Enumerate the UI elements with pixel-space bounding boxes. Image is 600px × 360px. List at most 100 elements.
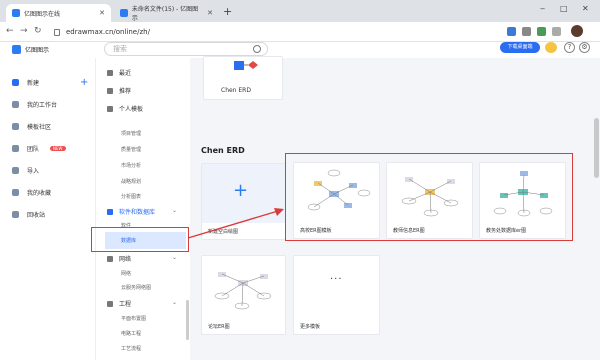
search-icon[interactable]	[253, 45, 261, 53]
chevron-down-icon[interactable]: ⌄	[172, 254, 177, 261]
settings-icon[interactable]: ⚙	[579, 42, 590, 53]
nav-item-label: 个人模板	[119, 106, 144, 113]
search-input[interactable]: 搜索	[104, 42, 268, 56]
forward-icon[interactable]: →	[20, 26, 28, 36]
tab-title: 未命名文件(15) - 亿图图示	[131, 6, 199, 22]
nav-item-recent[interactable]: 最近	[107, 68, 131, 77]
template-thumbnail	[204, 57, 282, 90]
nav-subitem[interactable]: 项目管理	[121, 130, 141, 137]
nav-subitem[interactable]: 市场分析	[121, 162, 141, 169]
team-icon	[12, 145, 19, 152]
new-badge: NEW	[50, 146, 66, 151]
workspace-icon	[12, 101, 19, 108]
sidebar-item-label: 新建	[27, 80, 40, 87]
back-icon[interactable]: ←	[6, 26, 14, 36]
annotation-highlight-box	[285, 153, 573, 241]
template-label: 论坛ER图	[208, 324, 230, 330]
sidebar-item-community[interactable]: 模板社区	[12, 122, 51, 131]
engineering-icon	[107, 300, 113, 307]
favorites-icon	[12, 189, 19, 196]
download-desktop-button[interactable]: 下载桌面端	[500, 42, 540, 53]
profile-avatar[interactable]	[571, 25, 583, 37]
maximize-button[interactable]: □	[560, 4, 568, 13]
new-file-icon	[12, 79, 19, 86]
annotation-highlight-box	[91, 227, 189, 252]
extension-icon[interactable]	[522, 27, 531, 36]
sidebar-item-label: 团队	[27, 146, 40, 153]
tab-edrawmax-online[interactable]: 亿图图示在线 ✕	[6, 4, 111, 22]
section-title: Chen ERD	[201, 146, 245, 155]
sidebar-item-team[interactable]: 团队 NEW	[12, 144, 66, 153]
more-icon: ···	[330, 274, 343, 285]
edraw-favicon	[120, 9, 128, 17]
nav-item-personal-templates[interactable]: 个人模板	[107, 104, 143, 113]
sidebar-item-label: 回收站	[27, 212, 46, 219]
nav-category-software[interactable]: 软件和数据库	[107, 207, 155, 216]
app-header: 亿图图示 搜索 下载桌面端 ? ⚙	[0, 42, 600, 58]
sidebar-item-workspace[interactable]: 我的工作台	[12, 100, 57, 109]
nav-subitem[interactable]: 电路工程	[121, 330, 141, 337]
nav-category-network[interactable]: 网络	[107, 254, 131, 263]
sidebar-item-new[interactable]: 新建	[12, 78, 39, 87]
nav-subitem[interactable]: 分析图表	[121, 193, 141, 200]
sidebar-item-label: 模板社区	[27, 124, 52, 131]
nav-subitem[interactable]: 网络	[121, 270, 131, 277]
tab-title: 亿图图示在线	[24, 10, 61, 18]
minimize-button[interactable]: ‒	[540, 4, 545, 13]
sidebar-item-favorites[interactable]: 我的收藏	[12, 188, 51, 197]
recommend-icon	[107, 87, 113, 94]
page-scrollbar[interactable]	[593, 58, 600, 360]
annotation-arrow	[187, 208, 284, 239]
close-window-button[interactable]: ✕	[582, 4, 589, 13]
nav-subitem[interactable]: 工艺流程	[121, 345, 141, 352]
nav-subitem[interactable]: 战略规划	[121, 178, 141, 185]
close-tab-icon[interactable]: ✕	[99, 9, 105, 17]
app-logo[interactable]: 亿图图示	[12, 45, 49, 54]
help-icon[interactable]: ?	[564, 42, 575, 53]
chevron-down-icon[interactable]: ⌄	[172, 207, 177, 214]
extension-icon[interactable]	[507, 27, 516, 36]
search-placeholder: 搜索	[113, 45, 127, 53]
template-label: 更多模板	[300, 324, 321, 330]
import-icon	[12, 167, 19, 174]
person-icon	[107, 105, 113, 112]
url-text: edrawmax.cn/online/zh/	[66, 28, 150, 36]
clock-icon	[107, 69, 113, 76]
sidebar-item-trash[interactable]: 回收站	[12, 210, 45, 219]
logo-text: 亿图图示	[25, 47, 50, 54]
address-bar-row: ← → ↻ edrawmax.cn/online/zh/	[0, 22, 600, 42]
sidebar-item-label: 我的工作台	[27, 102, 58, 109]
chevron-down-icon[interactable]: ⌄	[172, 299, 177, 306]
sidebar-item-import[interactable]: 导入	[12, 166, 39, 175]
nav-subitem[interactable]: 质量管理	[121, 146, 141, 153]
nav-subitem[interactable]: 云服务网络图	[121, 284, 151, 291]
more-templates-card[interactable]: ··· 更多模板	[293, 255, 380, 335]
tab-untitled-file[interactable]: 未命名文件(15) - 亿图图示 ✕	[114, 4, 219, 22]
sidebar-item-label: 导入	[27, 168, 40, 175]
nav-category-engineering[interactable]: 工程	[107, 299, 131, 308]
template-card-chen-erd[interactable]: Chen ERD	[203, 56, 283, 100]
nav-scrollbar[interactable]	[186, 300, 189, 340]
url-field[interactable]: edrawmax.cn/online/zh/	[54, 25, 150, 39]
nav-subitem[interactable]: 平面布置图	[121, 315, 146, 322]
scrollbar-thumb[interactable]	[594, 118, 599, 178]
extension-icon[interactable]	[537, 27, 546, 36]
template-thumbnail: ···	[294, 256, 379, 317]
database-icon	[107, 208, 113, 215]
lock-icon	[54, 28, 60, 36]
browser-titlebar: 亿图图示在线 ✕ 未命名文件(15) - 亿图图示 ✕ + ‒ □ ✕	[0, 0, 600, 22]
template-thumbnail	[202, 256, 285, 317]
template-card-forum-er[interactable]: 论坛ER图	[201, 255, 286, 335]
add-icon[interactable]: +	[80, 77, 88, 88]
close-tab-icon[interactable]: ✕	[207, 9, 213, 17]
new-tab-button[interactable]: +	[223, 5, 232, 18]
community-icon	[12, 123, 19, 130]
nav-item-recommend[interactable]: 推荐	[107, 86, 131, 95]
edraw-favicon	[12, 9, 20, 17]
sidebar-item-label: 我的收藏	[27, 190, 52, 197]
network-icon	[107, 255, 113, 262]
reload-icon[interactable]: ↻	[34, 26, 42, 36]
extension-icon[interactable]	[552, 27, 561, 36]
vip-crown-icon[interactable]	[545, 42, 557, 53]
edraw-logo-icon	[12, 45, 21, 54]
